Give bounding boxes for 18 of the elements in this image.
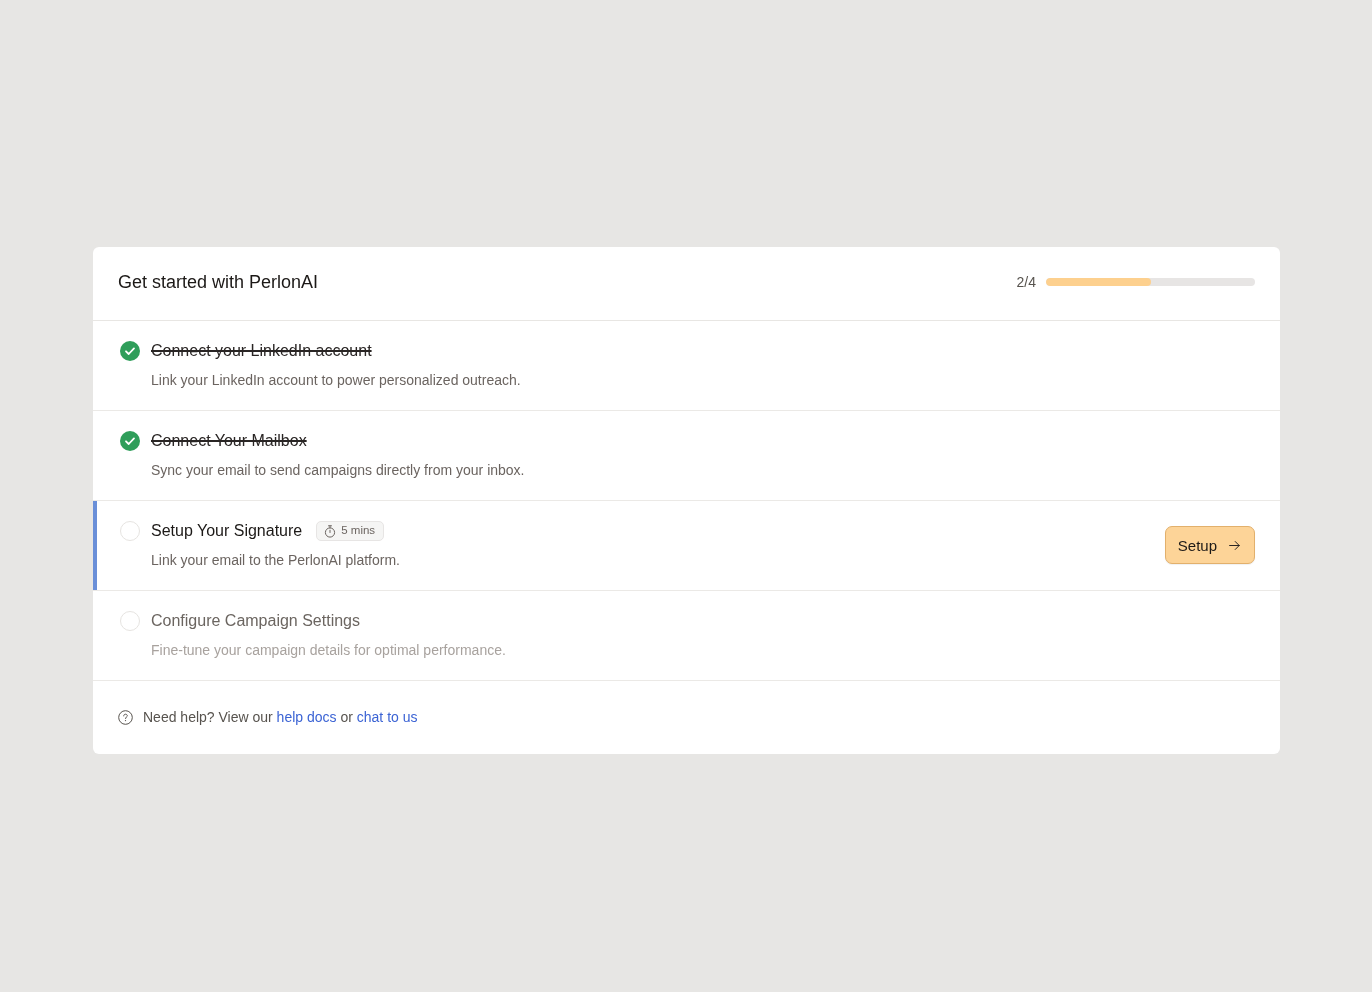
step-title: Setup Your Signature (151, 521, 303, 541)
duration-text: 5 mins (341, 523, 376, 537)
help-link[interactable]: chat to us (356, 709, 418, 725)
card-title: Get started with PerlonAI (118, 271, 319, 294)
stopwatch-icon (324, 524, 337, 538)
arrow-right-icon (1229, 539, 1240, 551)
step-title: Connect Your Mailbox (151, 431, 307, 451)
help-icon (118, 709, 133, 725)
step-title: Configure Campaign Settings (151, 611, 360, 631)
step-description: Sync your email to send campaigns directly from your inbox. (151, 461, 525, 480)
step-title: Connect your LinkedIn account (151, 341, 372, 361)
help-link[interactable]: help docs (276, 709, 337, 725)
step-description: Fine-tune your campaign details for optimal performance. (151, 641, 506, 660)
step-description: Link your email to the PerlonAI platform. (151, 551, 400, 570)
step-description: Link your LinkedIn account to power personalized outreach. (151, 371, 521, 390)
help-text: Need help? View our help docs or chat to us (143, 708, 418, 727)
progress-reading: 2/4 (1016, 273, 1036, 291)
setup-button[interactable]: Setup (1164, 526, 1255, 564)
